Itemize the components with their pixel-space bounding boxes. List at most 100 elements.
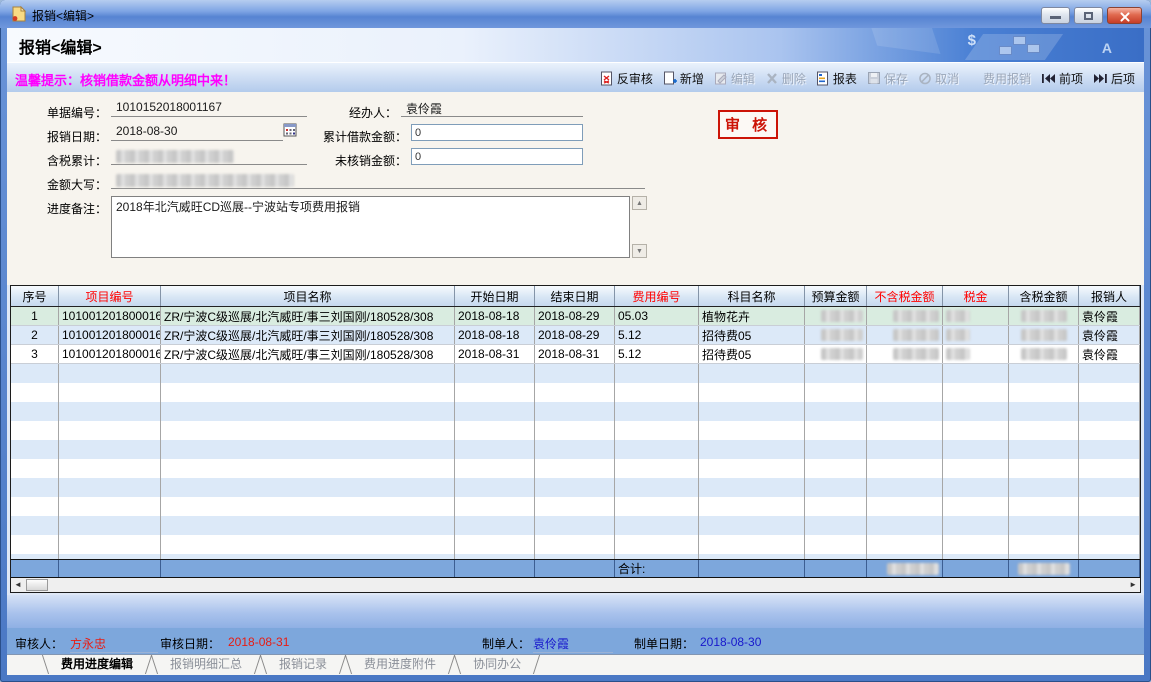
agent-field[interactable]: 袁伶霞 bbox=[401, 100, 583, 117]
prev-icon bbox=[1041, 72, 1056, 85]
notice-text: 温馨提示：核销借款金额从明细中来！ bbox=[15, 70, 236, 89]
empty-row bbox=[11, 402, 1140, 421]
redacted-value bbox=[1021, 348, 1067, 360]
cell-结束日期: 2018-08-29 bbox=[535, 307, 615, 325]
tab-费用进度附件[interactable]: 费用进度附件 bbox=[350, 655, 450, 675]
scroll-right-icon[interactable]: ► bbox=[1129, 580, 1137, 590]
toolbar-button-保存: 保存 bbox=[862, 67, 913, 90]
amount-words-label: 金额大写： bbox=[15, 176, 107, 193]
cell-不含税金额 bbox=[867, 307, 943, 325]
tab-协同办公[interactable]: 协同办公 bbox=[459, 655, 535, 675]
scroll-left-icon[interactable]: ◄ bbox=[14, 580, 22, 590]
cell-报销人: 袁伶霞 bbox=[1079, 326, 1140, 344]
tab-报销明细汇总[interactable]: 报销明细汇总 bbox=[156, 655, 256, 675]
column-header-项目编号[interactable]: 项目编号 bbox=[59, 286, 161, 306]
scroll-up-button[interactable]: ▲ bbox=[632, 196, 647, 210]
agent-label: 经办人： bbox=[337, 104, 397, 121]
column-header-开始日期[interactable]: 开始日期 bbox=[455, 286, 535, 306]
save-icon bbox=[867, 71, 881, 86]
toolbar-button-新增[interactable]: 新增 bbox=[658, 67, 709, 90]
unverified-label: 未核销金额： bbox=[307, 152, 407, 169]
column-header-含税金额[interactable]: 含税金额 bbox=[1009, 286, 1079, 306]
redacted-value bbox=[946, 348, 970, 360]
tax-total-label: 含税累计： bbox=[15, 152, 107, 169]
redacted-value bbox=[116, 174, 294, 187]
column-header-费用编号[interactable]: 费用编号 bbox=[615, 286, 699, 306]
memo-scrollbar[interactable]: ▲ ▼ bbox=[632, 196, 647, 258]
unverified-input[interactable] bbox=[411, 148, 583, 165]
redacted-value bbox=[116, 150, 234, 163]
next-icon bbox=[1093, 72, 1108, 85]
date-field[interactable]: 2018-08-30 bbox=[111, 124, 283, 141]
sum-label: 合计: bbox=[615, 560, 699, 577]
minimize-button[interactable] bbox=[1041, 7, 1070, 24]
redacted-value bbox=[893, 348, 939, 360]
column-header-税金[interactable]: 税金 bbox=[943, 286, 1009, 306]
cell-不含税金额 bbox=[867, 326, 943, 344]
toolbar-button-label: 编辑 bbox=[731, 70, 755, 87]
footer-info-bar: 审核人： 方永忠 审核日期： 2018-08-31 制单人： 袁伶霞 制单日期：… bbox=[7, 628, 1144, 654]
scroll-down-button[interactable]: ▼ bbox=[632, 244, 647, 258]
scrollbar-thumb[interactable] bbox=[26, 579, 48, 591]
title-bar: 报销<编辑> bbox=[0, 0, 1151, 28]
horizontal-scrollbar[interactable]: ◄ ► bbox=[11, 577, 1140, 592]
cell-开始日期: 2018-08-18 bbox=[455, 326, 535, 344]
doc-uncheck-icon bbox=[600, 71, 614, 86]
toolbar-button-反审核[interactable]: 反审核 bbox=[595, 67, 658, 90]
date-label: 报销日期： bbox=[15, 128, 107, 145]
toolbar-button-label: 后项 bbox=[1111, 70, 1135, 87]
calendar-icon[interactable] bbox=[283, 123, 298, 138]
toolbar-button-label: 取消 bbox=[935, 70, 959, 87]
close-button[interactable] bbox=[1107, 7, 1142, 24]
make-date-value: 2018-08-30 bbox=[700, 635, 761, 649]
maker-label: 制单人： bbox=[482, 635, 530, 652]
toolbar-button-label: 费用报销 bbox=[983, 70, 1031, 87]
empty-row bbox=[11, 478, 1140, 497]
table-row[interactable]: 21010012018000169ZR/宁波C级巡展/北汽威旺/事三刘国刚/18… bbox=[11, 326, 1140, 345]
form-area: 单据编号： 1010152018001167 经办人： 袁伶霞 报销日期： 20… bbox=[7, 92, 1144, 285]
tax-total-field[interactable] bbox=[111, 148, 307, 165]
cell-序号: 3 bbox=[11, 345, 59, 363]
column-header-结束日期[interactable]: 结束日期 bbox=[535, 286, 615, 306]
tab-报销记录[interactable]: 报销记录 bbox=[265, 655, 341, 675]
toolbar-button-删除: 删除 bbox=[760, 67, 811, 90]
redacted-value bbox=[821, 348, 863, 360]
cell-结束日期: 2018-08-29 bbox=[535, 326, 615, 344]
toolbar-band: 温馨提示：核销借款金额从明细中来！ 反审核 新增 编辑删除报表保存 取消 费用报销前项 后… bbox=[7, 62, 1144, 92]
cell-项目名称: ZR/宁波C级巡展/北汽威旺/事三刘国刚/180528/308 bbox=[161, 345, 455, 363]
table-row[interactable]: 11010012018000169ZR/宁波C级巡展/北汽威旺/事三刘国刚/18… bbox=[11, 307, 1140, 326]
column-header-科目名称[interactable]: 科目名称 bbox=[699, 286, 805, 306]
column-header-不含税金额[interactable]: 不含税金额 bbox=[867, 286, 943, 306]
redacted-value bbox=[1021, 310, 1067, 322]
empty-row bbox=[11, 535, 1140, 554]
redacted-value bbox=[946, 310, 970, 322]
column-header-项目名称[interactable]: 项目名称 bbox=[161, 286, 455, 306]
toolbar-button-前项[interactable]: 前项 bbox=[1036, 67, 1088, 90]
toolbar-button-后项[interactable]: 后项 bbox=[1088, 67, 1140, 90]
toolbar-button-报表[interactable]: 报表 bbox=[811, 67, 862, 90]
progress-note-textarea[interactable]: 2018年北汽威旺CD巡展--宁波站专项费用报销 bbox=[111, 196, 630, 258]
column-header-报销人[interactable]: 报销人 bbox=[1079, 286, 1140, 306]
redacted-total bbox=[887, 563, 939, 575]
header-band: 报销<编辑> $ A bbox=[7, 28, 1144, 62]
maximize-button[interactable] bbox=[1074, 7, 1103, 24]
grid-header-row: 序号项目编号项目名称开始日期结束日期费用编号科目名称预算金额不含税金额税金含税金… bbox=[11, 286, 1140, 307]
table-row[interactable]: 31010012018000169ZR/宁波C级巡展/北汽威旺/事三刘国刚/18… bbox=[11, 345, 1140, 364]
toolbar-button-label: 新增 bbox=[680, 70, 704, 87]
loan-total-input[interactable] bbox=[411, 124, 583, 141]
amount-words-field[interactable] bbox=[111, 172, 645, 189]
cell-费用编号: 5.12 bbox=[615, 345, 699, 363]
column-header-序号[interactable]: 序号 bbox=[11, 286, 59, 306]
grid-sum-row: 合计: bbox=[11, 559, 1140, 577]
tab-费用进度编辑[interactable]: 费用进度编辑 bbox=[47, 655, 147, 675]
toolbar-button-取消: 取消 bbox=[913, 67, 964, 90]
empty-row bbox=[11, 421, 1140, 440]
doc-no-field[interactable]: 1010152018001167 bbox=[111, 100, 307, 117]
empty-row bbox=[11, 516, 1140, 535]
redacted-value bbox=[946, 329, 970, 341]
report-icon bbox=[816, 71, 830, 86]
column-header-预算金额[interactable]: 预算金额 bbox=[805, 286, 867, 306]
grid-body: 11010012018000169ZR/宁波C级巡展/北汽威旺/事三刘国刚/18… bbox=[11, 307, 1140, 559]
cell-项目名称: ZR/宁波C级巡展/北汽威旺/事三刘国刚/180528/308 bbox=[161, 307, 455, 325]
cell-报销人: 袁伶霞 bbox=[1079, 307, 1140, 325]
